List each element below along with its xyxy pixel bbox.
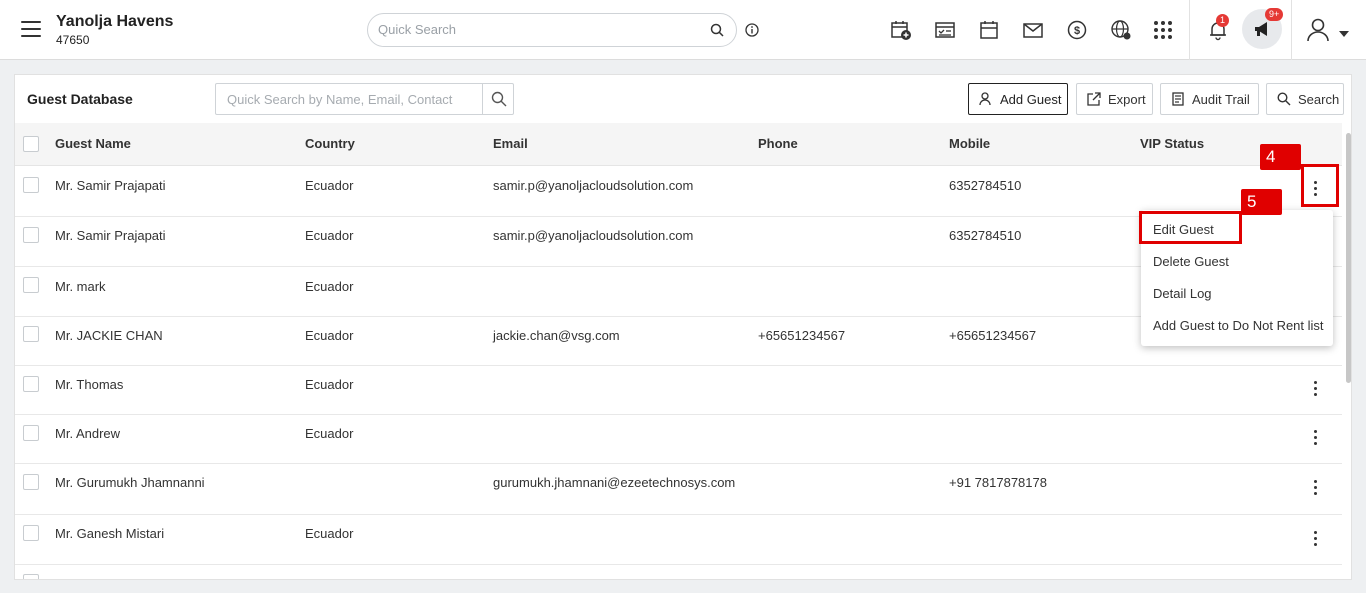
- guest-name[interactable]: Mr. Gurumukh Jhamnanni: [55, 475, 205, 490]
- guest-name[interactable]: Mr. Samir Prajapati: [55, 228, 166, 243]
- quick-search-box[interactable]: [367, 13, 737, 47]
- add-guest-button[interactable]: Add Guest: [968, 83, 1068, 115]
- mail-icon[interactable]: [1022, 19, 1044, 41]
- guest-search-button[interactable]: [482, 84, 513, 114]
- property-id: 47650: [56, 33, 90, 47]
- column-header-mobile[interactable]: Mobile: [949, 136, 990, 151]
- guest-country: Ecuador: [305, 328, 354, 343]
- guest-email: gurumukh.jhamnani@ezeetechnosys.com: [493, 475, 736, 490]
- guest-name[interactable]: Mr. Ganesh Mistari: [55, 526, 164, 541]
- column-header-email[interactable]: Email: [493, 136, 528, 151]
- column-header-vip-status[interactable]: VIP Status: [1140, 136, 1204, 151]
- row-checkbox[interactable]: [23, 227, 39, 243]
- guest-name[interactable]: Mr. Samir Prajapati: [55, 178, 166, 193]
- export-icon: [1087, 92, 1101, 106]
- guest-mobile: 6352784510: [949, 178, 1022, 193]
- row-actions-kebab-icon[interactable]: [1314, 381, 1318, 399]
- guest-name[interactable]: Mr. Andrew: [55, 426, 120, 441]
- step-4-label: 4: [1260, 144, 1301, 170]
- row-checkbox[interactable]: [23, 177, 39, 193]
- guest-country: Ecuador: [305, 377, 354, 392]
- guest-name[interactable]: Mr. mark: [55, 279, 106, 294]
- guest-country: Ecuador: [305, 426, 354, 441]
- calendar-icon[interactable]: [978, 19, 1000, 41]
- search-icon: [1277, 92, 1291, 106]
- step-4-highlight: [1301, 164, 1339, 207]
- menu-item-detail-log[interactable]: Detail Log: [1153, 286, 1212, 301]
- row-checkbox[interactable]: [23, 277, 39, 293]
- table-row[interactable]: Mr. Gurumukh Jhamnanni gurumukh.jhamnani…: [15, 464, 1342, 515]
- export-button[interactable]: Export: [1076, 83, 1153, 115]
- menu-item-do-not-rent[interactable]: Add Guest to Do Not Rent list: [1153, 318, 1324, 333]
- guest-mobile: +65651234567: [949, 328, 1037, 343]
- step-5-label: 5: [1241, 189, 1282, 215]
- svg-text:$: $: [1074, 25, 1080, 37]
- guest-search-box[interactable]: [215, 83, 514, 115]
- select-all-checkbox[interactable]: [23, 136, 39, 152]
- guest-email: jackie.chan@vsg.com: [493, 328, 620, 343]
- add-guest-label: Add Guest: [1000, 91, 1062, 107]
- column-header-phone[interactable]: Phone: [758, 136, 798, 151]
- row-checkbox[interactable]: [23, 474, 39, 490]
- dollar-icon[interactable]: $: [1066, 19, 1088, 41]
- table-scrollbar[interactable]: [1343, 123, 1351, 579]
- audit-icon: [1172, 92, 1184, 106]
- search-icon[interactable]: [710, 23, 724, 42]
- quick-search-input[interactable]: [378, 22, 698, 37]
- column-header-country[interactable]: Country: [305, 136, 355, 151]
- guest-name[interactable]: Mr. JACKIE CHAN: [55, 328, 163, 343]
- row-checkbox[interactable]: [23, 574, 39, 579]
- audit-trail-label: Audit Trail: [1192, 91, 1250, 107]
- guest-mobile: +91 7817878178: [949, 475, 1047, 490]
- toolbar-divider: [1291, 0, 1292, 60]
- guest-mobile: 6352784510: [949, 228, 1022, 243]
- table-row[interactable]: Mr. Thomas Ecuador: [15, 366, 1342, 415]
- announcement-badge: 9+: [1265, 8, 1284, 21]
- user-add-icon: [979, 92, 991, 106]
- export-label: Export: [1108, 91, 1146, 107]
- row-checkbox[interactable]: [23, 376, 39, 392]
- row-checkbox[interactable]: [23, 326, 39, 342]
- property-name[interactable]: Yanolja Havens: [56, 13, 173, 31]
- calendar-check-icon[interactable]: [934, 19, 956, 41]
- guest-phone: +65651234567: [758, 328, 846, 343]
- scrollbar-thumb[interactable]: [1346, 133, 1351, 383]
- row-checkbox[interactable]: [23, 425, 39, 441]
- toolbar-divider: [1189, 0, 1190, 60]
- table-header: Guest Name Country Email Phone Mobile VI…: [15, 123, 1342, 166]
- menu-item-delete-guest[interactable]: Delete Guest: [1153, 254, 1229, 269]
- search-label: Search: [1298, 91, 1340, 107]
- column-header-guest-name[interactable]: Guest Name: [55, 136, 131, 151]
- row-actions-kebab-icon[interactable]: [1314, 430, 1318, 448]
- search-button[interactable]: Search: [1266, 83, 1344, 115]
- row-actions-kebab-icon[interactable]: [1314, 480, 1318, 498]
- top-bar: Yanolja Havens 47650 $ 1 9+: [0, 0, 1366, 60]
- guest-country: Ecuador: [305, 526, 354, 541]
- calendar-add-icon[interactable]: [890, 19, 912, 41]
- globe-icon[interactable]: [1110, 19, 1132, 41]
- hamburger-menu-icon[interactable]: [21, 21, 41, 37]
- row-actions-kebab-icon[interactable]: [1314, 531, 1318, 549]
- table-row[interactable]: [15, 565, 1342, 579]
- notification-badge: 1: [1216, 14, 1230, 27]
- row-checkbox[interactable]: [23, 525, 39, 541]
- guest-country: Ecuador: [305, 228, 354, 243]
- guest-search-input[interactable]: [227, 92, 477, 107]
- megaphone-icon: [1252, 19, 1272, 44]
- audit-trail-button[interactable]: Audit Trail: [1160, 83, 1259, 115]
- guest-country: Ecuador: [305, 279, 354, 294]
- apps-grid-icon[interactable]: [1152, 19, 1174, 41]
- user-icon[interactable]: [1305, 17, 1331, 48]
- page-title: Guest Database: [27, 91, 133, 107]
- guest-country: Ecuador: [305, 178, 354, 193]
- guest-name[interactable]: Mr. Thomas: [55, 377, 123, 392]
- step-5-highlight: [1139, 211, 1242, 244]
- table-row[interactable]: Mr. Ganesh Mistari Ecuador: [15, 515, 1342, 565]
- chevron-down-icon[interactable]: [1339, 25, 1349, 43]
- guest-email: samir.p@yanoljacloudsolution.com: [493, 178, 694, 193]
- search-icon: [491, 91, 507, 107]
- guest-email: samir.p@yanoljacloudsolution.com: [493, 228, 694, 243]
- table-row[interactable]: Mr. Andrew Ecuador: [15, 415, 1342, 464]
- info-icon[interactable]: [745, 23, 759, 42]
